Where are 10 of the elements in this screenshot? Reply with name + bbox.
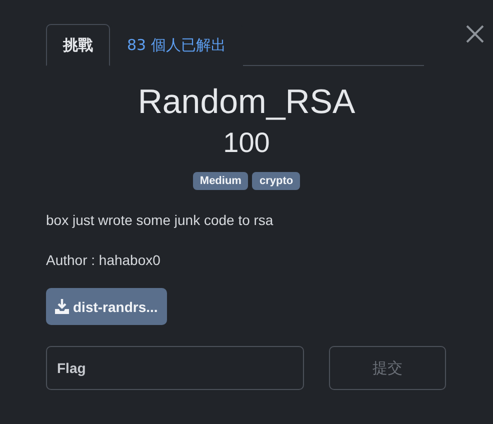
description-text: box just wrote some junk code to rsa <box>46 212 274 228</box>
tag-label: crypto <box>252 172 300 190</box>
flag-input[interactable]: Flag <box>46 346 304 390</box>
points-value: 100 <box>222 126 271 160</box>
download-icon <box>55 299 69 314</box>
tag-label: Medium <box>192 172 248 190</box>
tab[interactable]: 挑戰 <box>46 24 110 66</box>
author-text: Author : hahabox0 <box>46 252 162 268</box>
challenge-title: Random_RSA <box>136 82 356 122</box>
download-button[interactable]: dist-randrs... <box>46 288 167 325</box>
